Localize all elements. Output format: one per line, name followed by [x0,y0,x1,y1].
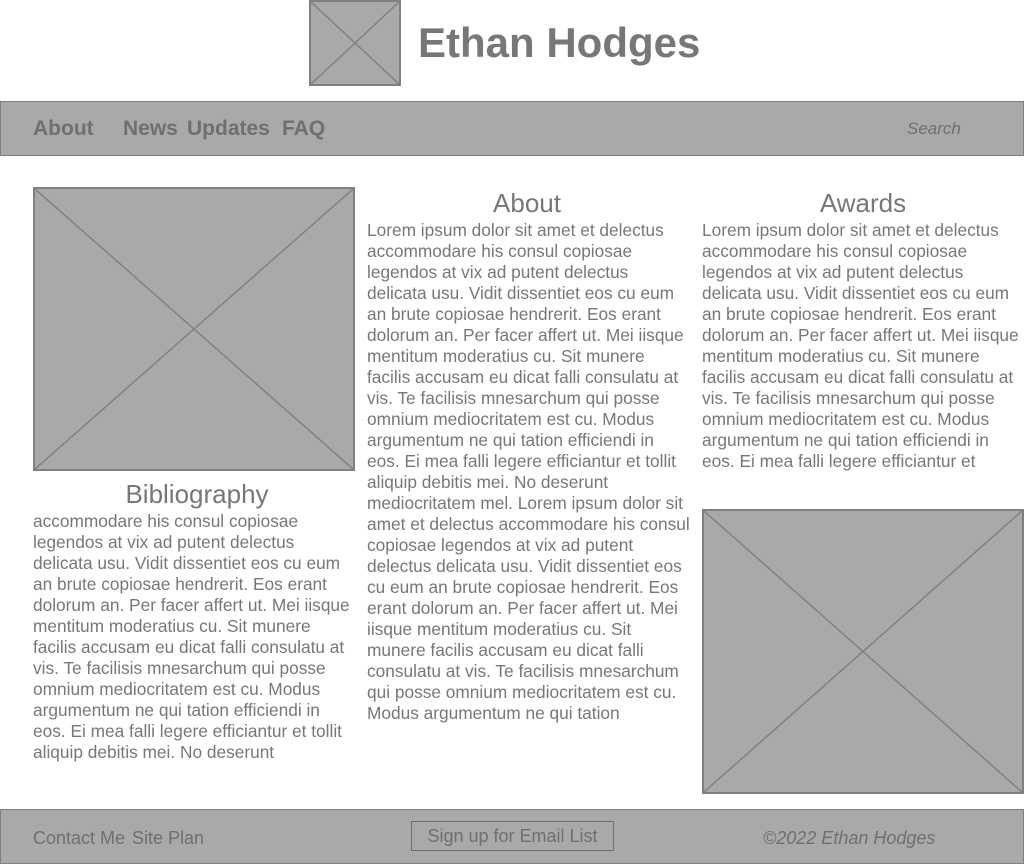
bibliography-text: accommodare his consul copiosae legendos… [33,511,350,762]
logo-image-placeholder [309,0,401,86]
search-input[interactable] [899,116,1009,142]
bibliography-heading: Bibliography [125,479,269,509]
copyright-text: ©2022 Ethan Hodges [763,828,936,848]
awards-heading: Awards [819,188,907,218]
footer-link-contact-me[interactable]: Contact Me [33,827,125,849]
awards-text: Lorem ipsum dolor sit amet et delectus a… [702,220,1019,471]
site-title: Ethan Hodges [418,19,701,66]
image-placeholder-icon [704,511,1022,792]
nav-bar: About News Updates FAQ [0,101,1024,156]
page: Ethan Hodges About News Updates FAQ Bibl… [0,0,1024,865]
nav-item-about[interactable]: About [33,116,94,142]
bibliography-image-placeholder [33,187,355,471]
nav-item-news[interactable]: News [123,116,178,142]
awards-image-placeholder [702,509,1024,794]
about-text: Lorem ipsum dolor sit amet et delectus a… [367,220,690,723]
footer-link-site-plan[interactable]: Site Plan [132,827,204,849]
nav-item-updates[interactable]: Updates [187,116,270,142]
footer: Contact Me Site Plan Sign up for Email L… [0,809,1024,864]
email-signup-button[interactable]: Sign up for Email List [411,821,614,851]
image-placeholder-icon [35,189,353,469]
about-heading: About [493,188,561,218]
nav-item-faq[interactable]: FAQ [282,116,325,142]
image-placeholder-icon [311,2,399,84]
